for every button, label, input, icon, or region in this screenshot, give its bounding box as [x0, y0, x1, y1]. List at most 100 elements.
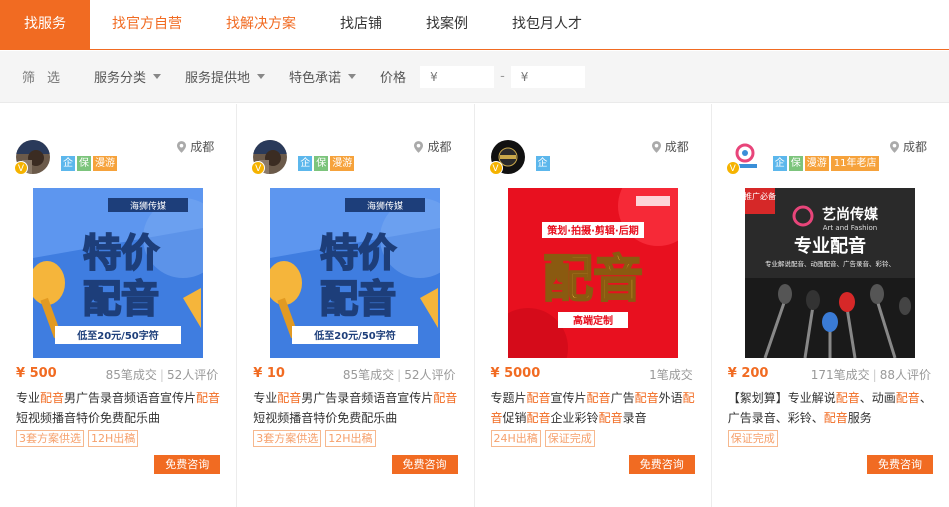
- price-min-input[interactable]: [420, 65, 495, 88]
- service-thumbnail[interactable]: 海狮传媒 特价 配音 低至20元/50字符: [33, 188, 203, 358]
- tab-find-service[interactable]: 找服务: [0, 0, 90, 49]
- title-keyword: 配音: [598, 411, 623, 425]
- location-text: 成都: [664, 140, 689, 154]
- badge: 保证完成: [727, 430, 778, 447]
- image-brand: 海狮传媒: [367, 200, 403, 212]
- deals-count: 171笔成交: [810, 368, 870, 382]
- dropdown-label: 服务提供地: [185, 71, 251, 86]
- verified-icon: V: [488, 161, 503, 175]
- tag-roaming: 漫游: [93, 156, 117, 171]
- caret-down-icon: [257, 74, 266, 79]
- free-consult-button[interactable]: 免费咨询: [628, 455, 695, 474]
- title-text: 【絮划算】专业解说: [727, 391, 836, 405]
- image-line2: 配音: [83, 277, 159, 321]
- service-card[interactable]: V 企 保 漫游 成都 海狮传媒 特价 配音 低至20元/50字符: [237, 104, 475, 507]
- tag-enterprise: 企: [535, 156, 550, 171]
- feature-promise-dropdown[interactable]: 特色承诺: [289, 67, 357, 86]
- title-keyword: 配音: [196, 391, 221, 405]
- image-line1: 特价: [320, 231, 396, 275]
- location-pin-icon: [651, 140, 661, 153]
- title-text: 外语: [658, 391, 683, 405]
- deal-stats: 85笔成交 | 52人评价: [342, 368, 456, 382]
- caret-down-icon: [348, 74, 357, 79]
- dropdown-label: 特色承诺: [289, 71, 342, 86]
- image-main: 专业配音: [794, 235, 866, 257]
- tab-find-case[interactable]: 找案例: [404, 0, 490, 49]
- service-card[interactable]: V 企 保 漫游 11年老店 成都 推广必备 艺尚传媒 Art and Fash…: [712, 104, 949, 507]
- badge: 24H出稿: [490, 430, 541, 447]
- deals-count: 1笔成交: [649, 368, 693, 382]
- image-banner: 低至20元/50字符: [76, 329, 158, 342]
- free-consult-button[interactable]: 免费咨询: [154, 455, 221, 474]
- image-banner: 低至20元/50字符: [314, 329, 396, 342]
- price-label: 价格: [380, 71, 407, 86]
- service-card[interactable]: V 企 成都 策划·拍摄·剪辑·后期 配音 高端定制 ¥ 5000 1笔成交 专…: [475, 104, 712, 507]
- title-keyword: 配音: [586, 391, 611, 405]
- service-title[interactable]: 专业配音男广告录音频语音宣传片配音短视频播音特价免费配乐曲: [253, 388, 461, 428]
- location-text: 成都: [902, 140, 927, 154]
- image-bottom: 高端定制: [573, 314, 613, 327]
- tab-find-store[interactable]: 找店铺: [318, 0, 404, 49]
- tag-roaming: 漫游: [804, 156, 829, 171]
- deal-stats: 171笔成交 | 88人评价: [810, 368, 931, 382]
- service-thumbnail[interactable]: 推广必备 艺尚传媒 Art and Fashion 专业配音 专业解说配音、动画…: [744, 188, 915, 358]
- service-badges: 3套方案供选 12H出稿: [16, 430, 139, 447]
- verified-icon: V: [725, 161, 740, 175]
- image-line2: 配音: [320, 277, 396, 321]
- service-location-dropdown[interactable]: 服务提供地: [185, 67, 266, 86]
- title-text: 专题片: [490, 391, 527, 405]
- tag-store-age: 11年老店: [830, 156, 880, 171]
- caret-down-icon: [153, 74, 162, 79]
- reviews-count[interactable]: 52人评价: [404, 368, 455, 382]
- shop-tags: 企 保 漫游 11年老店: [772, 156, 880, 171]
- title-text: 、动画: [859, 391, 896, 405]
- service-title[interactable]: 专题片配音宣传片配音广告配音外语配音促销配音企业彩铃配音录音: [491, 388, 699, 428]
- free-consult-button[interactable]: 免费咨询: [867, 455, 933, 474]
- title-keyword: 配音: [526, 391, 551, 405]
- title-text: 录音: [622, 411, 647, 425]
- title-keyword: 配音: [835, 391, 860, 405]
- tag-roaming: 漫游: [330, 156, 355, 171]
- location: 成都: [177, 138, 214, 155]
- top-nav: 找服务 找官方自营 找解决方案 找店铺 找案例 找包月人才: [0, 0, 949, 50]
- reviews-count[interactable]: 52人评价: [167, 368, 218, 382]
- service-thumbnail[interactable]: 策划·拍摄·剪辑·后期 配音 高端定制: [507, 188, 678, 358]
- badge: 12H出稿: [325, 430, 376, 447]
- shop-tags: 企 保 漫游: [298, 156, 355, 171]
- title-text: 短视频播音特价免费配乐曲: [253, 411, 398, 425]
- verified-icon: V: [14, 161, 28, 175]
- price: ¥ 10: [253, 366, 285, 381]
- title-keyword: 配音: [634, 391, 659, 405]
- price-max-input[interactable]: [510, 65, 585, 88]
- reviews-count[interactable]: 88人评价: [880, 368, 931, 382]
- title-text: 广告: [610, 391, 635, 405]
- title-text: 专业: [253, 391, 278, 405]
- service-title[interactable]: 专业配音男广告录音频语音宣传片配音短视频播音特价免费配乐曲: [16, 388, 224, 428]
- service-thumbnail[interactable]: 海狮传媒 特价 配音 低至20元/50字符: [270, 188, 441, 358]
- tag-enterprise: 企: [298, 156, 313, 171]
- price: ¥ 200: [727, 366, 769, 381]
- service-card[interactable]: V 企 保 漫游 成都 海狮传媒 特价 配音 低至20元/50字符: [0, 104, 238, 507]
- filter-bar: 筛选 服务分类 服务提供地 特色承诺 价格 -: [0, 51, 949, 103]
- tab-monthly-talent[interactable]: 找包月人才: [490, 0, 604, 49]
- service-title[interactable]: 【絮划算】专业解说配音、动画配音、广告录音、彩铃、配音服务: [728, 388, 936, 428]
- tab-official-store[interactable]: 找官方自营: [90, 0, 204, 49]
- badge: 12H出稿: [88, 430, 139, 447]
- title-text: 宣传片: [550, 391, 587, 405]
- image-line1: 特价: [83, 231, 159, 275]
- service-card-list: V 企 保 漫游 成都 海狮传媒 特价 配音 低至20元/50字符 ¥ 500 …: [0, 104, 949, 507]
- tag-enterprise: 企: [61, 156, 75, 171]
- free-consult-button[interactable]: 免费咨询: [391, 455, 458, 474]
- title-text: 服务: [847, 411, 872, 425]
- title-text: 男广告录音频语音宣传片: [64, 391, 197, 405]
- title-text: 企业彩铃: [550, 411, 599, 425]
- location: 成都: [651, 138, 689, 155]
- title-keyword: 配音: [277, 391, 302, 405]
- title-text: 男广告录音频语音宣传片: [301, 391, 434, 405]
- location-pin-icon: [889, 140, 899, 153]
- location: 成都: [889, 138, 927, 155]
- tag-enterprise: 企: [772, 156, 787, 171]
- title-keyword: 配音: [40, 391, 65, 405]
- service-category-dropdown[interactable]: 服务分类: [94, 67, 162, 86]
- tab-solutions[interactable]: 找解决方案: [204, 0, 318, 49]
